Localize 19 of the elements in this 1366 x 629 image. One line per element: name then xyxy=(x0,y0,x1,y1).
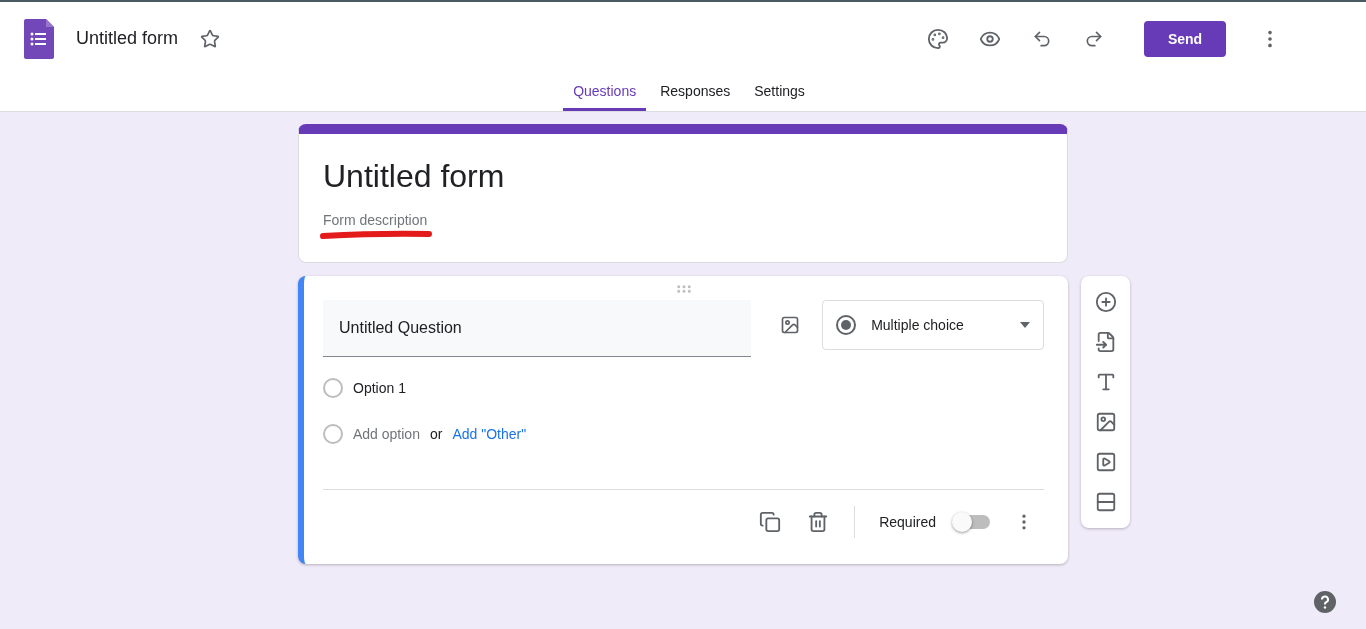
tab[interactable]: Questions xyxy=(563,75,647,111)
question-type-dropdown[interactable]: Multiple choice xyxy=(822,300,1044,350)
add-other-link[interactable]: Add "Other" xyxy=(452,426,527,442)
option-label[interactable]: Option 1 xyxy=(353,380,406,396)
form-title[interactable]: Untitled form xyxy=(323,156,1043,196)
required-label: Required xyxy=(879,514,936,530)
help-icon[interactable] xyxy=(1314,591,1336,613)
question-field[interactable]: Untitled Question xyxy=(323,300,751,357)
tab[interactable]: Responses xyxy=(650,75,741,111)
send-button[interactable]: Send xyxy=(1144,20,1226,57)
caret-icon xyxy=(1019,322,1031,328)
document-title[interactable]: Untitled form xyxy=(76,28,179,49)
tab[interactable]: Settings xyxy=(744,75,815,111)
radio-icon xyxy=(835,314,858,336)
radio-button[interactable] xyxy=(323,378,343,398)
forms-logo-icon[interactable] xyxy=(24,18,54,59)
or-text: or xyxy=(429,426,443,442)
required-switch[interactable] xyxy=(954,515,990,529)
add-option-text[interactable]: Add option xyxy=(353,426,420,442)
